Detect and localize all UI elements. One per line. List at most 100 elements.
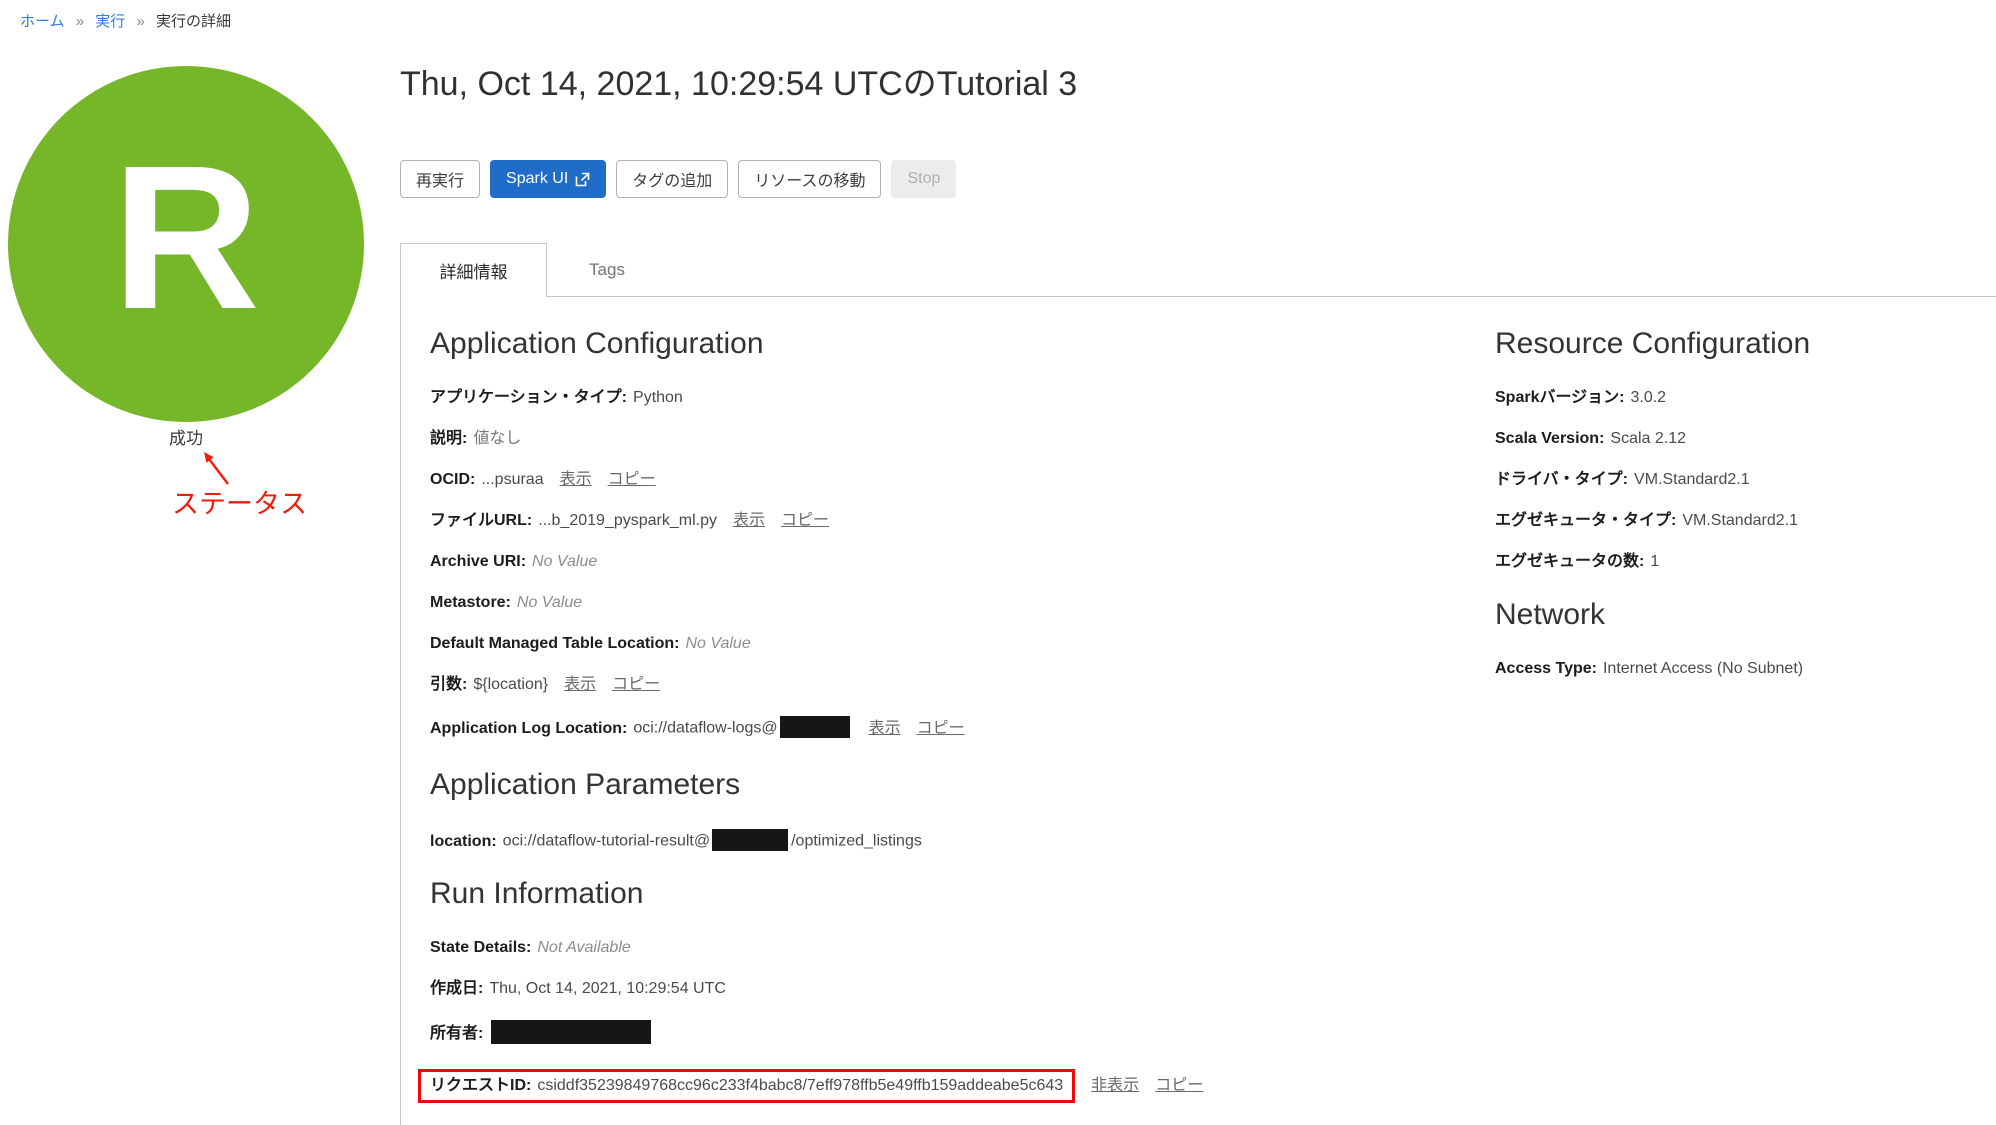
application-parameters-fields: location:oci://dataflow-tutorial-result@… xyxy=(430,829,1430,854)
breadcrumb: ホーム » 実行 » 実行の詳細 xyxy=(20,10,231,31)
field-value: oci://dataflow-tutorial-result@ xyxy=(503,833,710,850)
tab-tags[interactable]: Tags xyxy=(552,243,662,297)
field-row: 引数:${location}表示コピー xyxy=(430,675,1430,694)
breadcrumb-current: 実行の詳細 xyxy=(156,13,231,30)
field-label: 説明: xyxy=(430,430,467,447)
run-details-page: ホーム » 実行 » 実行の詳細 R 成功 ステータス Thu, Oct 14,… xyxy=(0,0,1996,1125)
status-letter: R xyxy=(112,135,260,354)
field-label: エグゼキュータの数: xyxy=(1495,553,1644,570)
show-link[interactable]: 表示 xyxy=(733,512,765,529)
action-button-row: 再実行 Spark UI タグの追加 リソースの移動 Stop xyxy=(400,160,956,198)
breadcrumb-runs-link[interactable]: 実行 xyxy=(95,13,125,30)
copy-link[interactable]: コピー xyxy=(917,720,965,737)
field-value: Python xyxy=(633,389,683,406)
field-value: 値なし xyxy=(473,430,521,447)
tab-bar-underline xyxy=(546,296,1996,297)
field-row: アプリケーション・タイプ: Python xyxy=(430,388,1430,407)
resource-configuration-fields: Sparkバージョン: 3.0.2 Scala Version: Scala 2.12… xyxy=(1495,388,1975,571)
section-title-application-configuration: Application Configuration xyxy=(430,326,1430,362)
section-title-resource-configuration: Resource Configuration xyxy=(1495,326,1975,362)
application-configuration-fields: アプリケーション・タイプ: Python 説明: 値なし OCID: ...psuraa 表… xyxy=(430,388,1430,741)
field-label: Scala Version: xyxy=(1495,430,1604,447)
details-left-column: Application Configuration アプリケーション・タイプ: P… xyxy=(430,326,1430,1125)
tab-panel-left-border xyxy=(400,243,401,1125)
run-information-fields: State Details: Not Available 作成日: Thu, Oct … xyxy=(430,938,1430,1103)
copy-link[interactable]: コピー xyxy=(612,676,660,693)
tab-details[interactable]: 詳細情報 xyxy=(400,243,547,297)
request-id-highlight-box: リクエストID: csiddf35239849768cc96c233f4babc8… xyxy=(418,1069,1075,1103)
field-row: Scala Version: Scala 2.12 xyxy=(1495,429,1975,448)
field-label: OCID: xyxy=(430,471,475,488)
field-label: Default Managed Table Location: xyxy=(430,635,680,652)
breadcrumb-separator: » xyxy=(76,13,84,30)
network-fields: Access Type: Internet Access (No Subnet) xyxy=(1495,659,1975,678)
field-value: Internet Access (No Subnet) xyxy=(1603,660,1803,677)
hide-link[interactable]: 非表示 xyxy=(1091,1077,1139,1094)
field-value: csiddf35239849768cc96c233f4babc8/7eff978… xyxy=(537,1077,1063,1094)
status-icon: R xyxy=(8,66,364,422)
external-link-icon xyxy=(575,172,590,187)
field-label: ドライバ・タイプ: xyxy=(1495,471,1628,488)
field-row: リクエストID: csiddf35239849768cc96c233f4babc8… xyxy=(430,1069,1430,1103)
field-label: Access Type: xyxy=(1495,660,1597,677)
section-title-application-parameters: Application Parameters xyxy=(430,767,1430,803)
field-value: Not Available xyxy=(537,939,630,956)
field-row: Access Type: Internet Access (No Subnet) xyxy=(1495,659,1975,678)
spark-ui-button-label: Spark UI xyxy=(506,170,568,188)
field-label: 作成日: xyxy=(430,980,483,997)
status-label: 成功 xyxy=(8,424,364,449)
show-link[interactable]: 表示 xyxy=(869,720,901,737)
page-title: Thu, Oct 14, 2021, 10:29:54 UTCのTutorial… xyxy=(400,56,1077,105)
add-tags-button[interactable]: タグの追加 xyxy=(616,160,728,198)
field-label: State Details: xyxy=(430,939,531,956)
field-row: 作成日: Thu, Oct 14, 2021, 10:29:54 UTC xyxy=(430,979,1430,998)
field-value: oci://dataflow-logs@ xyxy=(633,720,777,737)
spark-ui-button[interactable]: Spark UI xyxy=(490,160,606,198)
field-label: Archive URI: xyxy=(430,553,526,570)
field-row: OCID: ...psuraa 表示コピー xyxy=(430,470,1430,489)
field-row: 所有者: xyxy=(430,1020,1430,1047)
copy-link[interactable]: コピー xyxy=(781,512,829,529)
field-label: ファイルURL: xyxy=(430,512,532,529)
field-value-suffix: /optimized_listings xyxy=(791,833,922,850)
field-row: 説明: 値なし xyxy=(430,429,1430,448)
breadcrumb-home-link[interactable]: ホーム xyxy=(20,13,65,30)
breadcrumb-separator: » xyxy=(136,13,144,30)
details-right-column: Resource Configuration Sparkバージョン:3.0.2S… xyxy=(1495,326,1975,700)
field-value: VM.Standard2.1 xyxy=(1634,471,1750,488)
field-value: 1 xyxy=(1650,553,1659,570)
redacted-value xyxy=(780,716,850,738)
status-annotation-text: ステータス xyxy=(172,482,307,521)
field-label: Application Log Location: xyxy=(430,720,627,737)
field-row: ドライバ・タイプ: VM.Standard2.1 xyxy=(1495,470,1975,489)
field-row: Metastore: No Value xyxy=(430,593,1430,612)
field-value: ...psuraa xyxy=(481,471,543,488)
field-label: Metastore: xyxy=(430,594,511,611)
field-label: アプリケーション・タイプ: xyxy=(430,389,627,406)
field-row: ファイルURL:...b_2019_pyspark_ml.py表示コピー xyxy=(430,511,1430,530)
copy-link[interactable]: コピー xyxy=(1155,1077,1203,1094)
rerun-button[interactable]: 再実行 xyxy=(400,160,480,198)
show-link[interactable]: 表示 xyxy=(564,676,596,693)
field-label: リクエストID: xyxy=(430,1077,531,1094)
field-label: エグゼキュータ・タイプ: xyxy=(1495,512,1676,529)
field-row: エグゼキュータ・タイプ: VM.Standard2.1 xyxy=(1495,511,1975,530)
field-label: Sparkバージョン: xyxy=(1495,389,1624,406)
field-label: 所有者: xyxy=(430,1025,483,1042)
field-value: No Value xyxy=(517,594,582,611)
field-value: Thu, Oct 14, 2021, 10:29:54 UTC xyxy=(489,980,726,997)
field-value: ${location} xyxy=(473,676,548,693)
field-value: VM.Standard2.1 xyxy=(1682,512,1798,529)
field-row: State Details: Not Available xyxy=(430,938,1430,957)
field-value: 3.0.2 xyxy=(1630,389,1666,406)
copy-link[interactable]: コピー xyxy=(608,471,656,488)
field-row: Sparkバージョン: 3.0.2 xyxy=(1495,388,1975,407)
field-value: Scala 2.12 xyxy=(1610,430,1686,447)
section-title-run-information: Run Information xyxy=(430,876,1430,912)
field-value: No Value xyxy=(532,553,597,570)
field-row: Application Log Location: oci://dataflow-… xyxy=(430,716,1430,741)
field-row: エグゼキュータの数: 1 xyxy=(1495,552,1975,571)
show-link[interactable]: 表示 xyxy=(560,471,592,488)
section-title-network: Network xyxy=(1495,597,1975,633)
move-resource-button[interactable]: リソースの移動 xyxy=(738,160,881,198)
